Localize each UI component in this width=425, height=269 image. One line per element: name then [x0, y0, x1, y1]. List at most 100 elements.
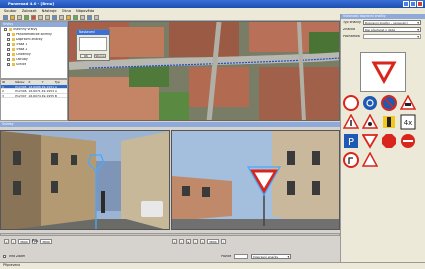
parking-sign-icon[interactable]: P [343, 133, 359, 149]
table-cell: P12346 [15, 89, 27, 93]
play-icon[interactable]: ▸ [186, 239, 191, 244]
minimize-button[interactable] [403, 1, 409, 7]
prev-frame-icon[interactable]: ‹ [11, 239, 16, 244]
dialog-title: Nastavení [77, 30, 109, 35]
toolbar [0, 14, 340, 21]
settings-icon[interactable] [80, 14, 85, 20]
zoom-in-icon[interactable] [38, 14, 43, 20]
table-cell: 16.6074 [28, 93, 41, 98]
last-frame-icon[interactable]: » [200, 239, 205, 244]
column-header[interactable]: X [27, 80, 40, 84]
checkbox-icon[interactable] [4, 28, 7, 31]
form-row: Poznámka [341, 33, 425, 40]
tree-item[interactable]: Silnice [1, 62, 67, 67]
no-entry-bar-sign-icon[interactable] [400, 133, 416, 149]
tree-item-label: Obruby [16, 57, 28, 61]
table-cell: B [54, 93, 57, 98]
checkbox-icon[interactable] [7, 38, 10, 41]
menu-window[interactable]: Okno [62, 9, 71, 13]
checkbox-icon[interactable] [7, 63, 10, 66]
caution-sign-icon[interactable] [362, 152, 378, 168]
delete-icon[interactable] [31, 14, 36, 20]
layer-tree-panel: Vrstvy Všechny vrstvy Panoramatické sním… [0, 21, 68, 79]
info-zoom-label: Info Zoom [9, 254, 26, 258]
checkbox-icon[interactable] [7, 43, 10, 46]
add-icon[interactable] [24, 14, 29, 20]
column-header[interactable]: Název [14, 80, 27, 84]
frame-input-left[interactable]: 3890 [18, 239, 30, 244]
street-photo-image [172, 131, 339, 229]
layer-select[interactable]: Dopravní značky [251, 254, 292, 259]
stop-sign-icon[interactable] [381, 133, 397, 149]
checkbox-icon[interactable] [7, 48, 10, 51]
street-photo-right[interactable] [171, 130, 340, 230]
column-header[interactable]: Y [41, 80, 54, 84]
zoom-out-icon[interactable] [45, 14, 50, 20]
table-row[interactable]: 3 P12347 16.6074 49.1955 B [1, 93, 67, 98]
measure-icon[interactable] [66, 14, 71, 20]
checkbox-icon[interactable] [7, 53, 10, 56]
refresh-icon[interactable] [87, 14, 92, 20]
table-cell: A [54, 89, 57, 93]
roundabout-sign-icon[interactable] [362, 95, 378, 111]
checkbox-icon[interactable] [7, 33, 10, 36]
menu-tools[interactable]: Nástroje [42, 9, 57, 13]
position-input[interactable] [234, 254, 249, 259]
menu-file[interactable]: Soubor [4, 9, 17, 13]
tree-item-label: Všechny vrstvy [13, 27, 38, 31]
crossing-warning-sign-icon[interactable] [362, 114, 378, 130]
yield-sign-icon[interactable] [362, 133, 378, 149]
close-button[interactable] [417, 1, 423, 7]
table-cell: 16.6071 [28, 89, 41, 93]
sign-select[interactable]: Dej přednost v jízdě [363, 27, 421, 32]
menu-help[interactable]: Nápověda [76, 9, 94, 13]
first-frame-icon[interactable]: « [4, 239, 9, 244]
svg-text:4x: 4x [404, 119, 413, 127]
info-zoom-checkbox[interactable] [3, 255, 6, 258]
column-header[interactable]: Typ [54, 80, 67, 84]
note-label: Poznámka [343, 34, 360, 38]
layer-icon [11, 38, 15, 41]
folder-icon[interactable] [10, 14, 15, 20]
print-icon[interactable] [94, 14, 99, 20]
column-header[interactable]: ID [1, 80, 14, 84]
position-label: Pozice [221, 254, 232, 258]
layer-icon[interactable] [73, 14, 78, 20]
cancel-button[interactable]: Storno [94, 54, 106, 58]
frame-input-right[interactable]: 3890 [207, 239, 219, 244]
sign-type-label: Typ značky [343, 20, 361, 24]
sign-type-select[interactable]: Dopravní značky - upravující [363, 20, 421, 25]
traffic-light-sign-icon[interactable] [381, 114, 397, 130]
street-photo-image [1, 131, 169, 229]
select-icon[interactable] [59, 14, 64, 20]
settings-dialog: Nastavení OK Storno [76, 29, 110, 61]
open-icon[interactable] [3, 14, 8, 20]
checkbox-icon[interactable] [7, 58, 10, 61]
menu-view[interactable]: Zobrazit [22, 9, 37, 13]
no-parking-sign-icon[interactable] [381, 95, 397, 111]
folder-icon [8, 28, 12, 31]
pos-input[interactable]: 3890 [40, 239, 53, 244]
pedestrian-warning-sign-icon[interactable] [343, 114, 359, 130]
table-cell: A [54, 84, 57, 89]
tree-item-label: Chodníky [16, 52, 31, 56]
ok-button[interactable]: OK [80, 54, 92, 58]
no-turn-sign-icon[interactable] [343, 152, 359, 168]
tree-item-label: Panoramatické snímky [16, 32, 52, 36]
first-frame-icon[interactable]: « [172, 239, 177, 244]
count-sign-icon[interactable]: 4x [400, 114, 416, 130]
save-icon[interactable] [17, 14, 22, 20]
table-cell: 49.1953 [41, 89, 54, 93]
street-photo-left[interactable] [0, 130, 170, 230]
no-entry-sign-icon[interactable] [343, 95, 359, 111]
warning-sign-icon[interactable] [400, 95, 416, 111]
maximize-button[interactable] [410, 1, 416, 7]
table-cell: P12345 [15, 84, 27, 89]
note-input[interactable] [363, 34, 421, 39]
pan-icon[interactable] [52, 14, 57, 20]
table-cell: 16.6068 [28, 84, 41, 89]
jump-icon[interactable]: › [221, 239, 226, 244]
next-frame-icon[interactable]: › [193, 239, 198, 244]
timeline-slider[interactable] [0, 233, 340, 236]
prev-frame-icon[interactable]: ‹ [179, 239, 184, 244]
